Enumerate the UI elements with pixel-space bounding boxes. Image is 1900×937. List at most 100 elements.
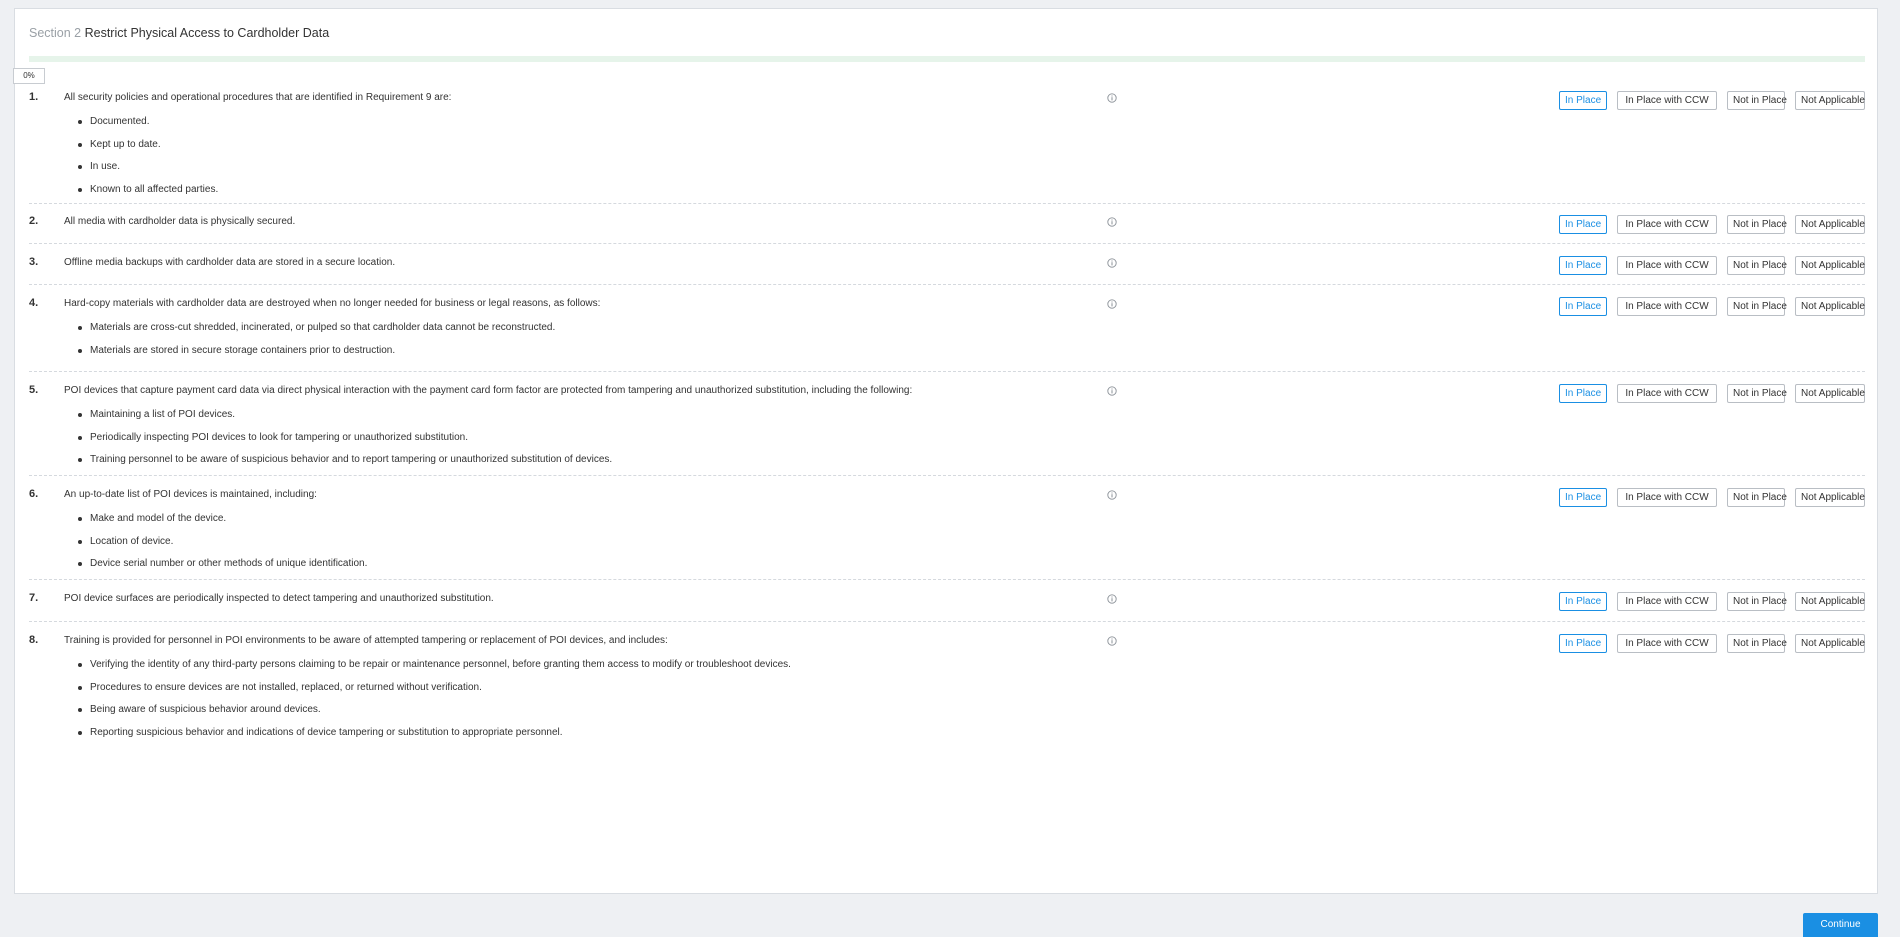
option-in-place-button[interactable]: In Place — [1559, 488, 1607, 507]
requirement-number: 2. — [29, 215, 39, 227]
requirement-bullet: Training personnel to be aware of suspic… — [78, 453, 612, 476]
requirement-text: An up-to-date list of POI devices is mai… — [64, 489, 317, 500]
option-not-in-place-button[interactable]: Not in Place — [1727, 634, 1787, 653]
requirement-text: POI device surfaces are periodically ins… — [64, 593, 494, 604]
section-label: Section 2 — [29, 26, 82, 40]
requirement-row: 5. POI devices that capture payment card … — [29, 384, 1865, 476]
option-not-in-place-button[interactable]: Not in Place — [1727, 215, 1787, 234]
option-in-place-button[interactable]: In Place — [1559, 91, 1607, 110]
requirement-bullet: Maintaining a list of POI devices. — [78, 408, 612, 431]
section-heading: Restrict Physical Access to Cardholder D… — [84, 26, 330, 40]
info-icon[interactable] — [1107, 594, 1117, 604]
option-not-applicable-button[interactable]: Not Applicable — [1795, 592, 1865, 611]
requirement-text: POI devices that capture payment card da… — [64, 385, 913, 396]
option-not-applicable-button[interactable]: Not Applicable — [1795, 384, 1865, 403]
option-in-place-button[interactable]: In Place — [1559, 634, 1607, 653]
status-options: In Place In Place with CCW Not in Place Not… — [1559, 215, 1865, 234]
option-not-applicable-button[interactable]: Not Applicable — [1795, 297, 1865, 316]
requirement-row: 4. Hard-copy materials with cardholder da… — [29, 297, 1865, 372]
option-not-applicable-button[interactable]: Not Applicable — [1795, 215, 1865, 234]
option-in-place-with-ccw-button[interactable]: In Place with CCW — [1617, 91, 1717, 110]
option-in-place-with-ccw-button[interactable]: In Place with CCW — [1617, 297, 1717, 316]
section-title: Section 2 Restrict Physical Access to Ca… — [29, 26, 329, 40]
info-icon[interactable] — [1107, 93, 1117, 103]
option-not-in-place-button[interactable]: Not in Place — [1727, 592, 1787, 611]
requirement-bullet: Periodically inspecting POI devices to l… — [78, 431, 612, 454]
requirement-bullet: Materials are stored in secure storage c… — [78, 344, 555, 367]
info-icon[interactable] — [1107, 636, 1117, 646]
option-in-place-with-ccw-button[interactable]: In Place with CCW — [1617, 488, 1717, 507]
requirement-number: 1. — [29, 91, 39, 103]
requirement-number: 7. — [29, 592, 39, 604]
requirement-number: 6. — [29, 488, 39, 500]
status-options: In Place In Place with CCW Not in Place Not… — [1559, 91, 1865, 110]
status-options: In Place In Place with CCW Not in Place Not… — [1559, 384, 1865, 403]
info-icon[interactable] — [1107, 386, 1117, 396]
requirement-bullet: In use. — [78, 160, 218, 183]
requirement-bullet: Location of device. — [78, 535, 367, 558]
info-icon[interactable] — [1107, 299, 1117, 309]
requirement-bullets: Materials are cross-cut shredded, incine… — [78, 321, 555, 366]
option-not-applicable-button[interactable]: Not Applicable — [1795, 91, 1865, 110]
requirement-text: Offline media backups with cardholder da… — [64, 257, 396, 268]
option-not-in-place-button[interactable]: Not in Place — [1727, 384, 1787, 403]
requirement-bullet: Materials are cross-cut shredded, incine… — [78, 321, 555, 344]
option-in-place-with-ccw-button[interactable]: In Place with CCW — [1617, 215, 1717, 234]
status-options: In Place In Place with CCW Not in Place Not… — [1559, 297, 1865, 316]
requirement-bullet: Kept up to date. — [78, 138, 218, 161]
requirement-bullet: Being aware of suspicious behavior aroun… — [78, 703, 791, 726]
requirement-number: 8. — [29, 634, 39, 646]
requirement-bullet: Procedures to ensure devices are not ins… — [78, 681, 791, 704]
option-in-place-with-ccw-button[interactable]: In Place with CCW — [1617, 634, 1717, 653]
option-in-place-button[interactable]: In Place — [1559, 592, 1607, 611]
requirement-text: Training is provided for personnel in PO… — [64, 635, 668, 646]
option-in-place-button[interactable]: In Place — [1559, 297, 1607, 316]
info-icon[interactable] — [1107, 217, 1117, 227]
requirement-row: 7. POI device surfaces are periodically i… — [29, 592, 1865, 622]
requirement-text: Hard-copy materials with cardholder data… — [64, 298, 601, 309]
requirement-bullets: Make and model of the device. Location of… — [78, 512, 367, 580]
requirement-bullet: Reporting suspicious behavior and indica… — [78, 726, 791, 749]
progress-percent: 0% — [13, 68, 45, 84]
requirement-bullets: Verifying the identity of any third-part… — [78, 658, 791, 748]
requirement-row: 6. An up-to-date list of POI devices is m… — [29, 488, 1865, 580]
requirement-row: 1. All security policies and operational … — [29, 91, 1865, 204]
status-options: In Place In Place with CCW Not in Place Not… — [1559, 634, 1865, 653]
option-not-in-place-button[interactable]: Not in Place — [1727, 91, 1787, 110]
status-options: In Place In Place with CCW Not in Place Not… — [1559, 592, 1865, 611]
requirement-number: 5. — [29, 384, 39, 396]
option-in-place-button[interactable]: In Place — [1559, 384, 1607, 403]
requirement-row: 8. Training is provided for personnel in … — [29, 634, 1865, 738]
option-in-place-button[interactable]: In Place — [1559, 215, 1607, 234]
requirement-bullet: Known to all affected parties. — [78, 183, 218, 206]
option-not-in-place-button[interactable]: Not in Place — [1727, 488, 1787, 507]
requirement-text: All media with cardholder data is physic… — [64, 216, 296, 227]
option-not-in-place-button[interactable]: Not in Place — [1727, 297, 1787, 316]
requirement-bullets: Maintaining a list of POI devices. Period… — [78, 408, 612, 476]
requirement-bullet: Documented. — [78, 115, 218, 138]
option-not-applicable-button[interactable]: Not Applicable — [1795, 634, 1865, 653]
continue-button[interactable]: Continue — [1803, 913, 1878, 937]
requirement-row: 2. All media with cardholder data is phys… — [29, 215, 1865, 244]
option-in-place-with-ccw-button[interactable]: In Place with CCW — [1617, 384, 1717, 403]
requirement-bullet: Device serial number or other methods of… — [78, 557, 367, 580]
option-not-applicable-button[interactable]: Not Applicable — [1795, 256, 1865, 275]
requirement-text: All security policies and operational pr… — [64, 92, 452, 103]
progress-bar — [29, 56, 1865, 62]
requirement-bullet: Verifying the identity of any third-part… — [78, 658, 791, 681]
option-in-place-button[interactable]: In Place — [1559, 256, 1607, 275]
option-in-place-with-ccw-button[interactable]: In Place with CCW — [1617, 256, 1717, 275]
requirement-bullets: Documented. Kept up to date. In use. Known … — [78, 115, 218, 205]
status-options: In Place In Place with CCW Not in Place Not… — [1559, 488, 1865, 507]
info-icon[interactable] — [1107, 490, 1117, 500]
assessment-card: Section 2 Restrict Physical Access to Ca… — [13, 8, 1878, 894]
requirement-bullet: Make and model of the device. — [78, 512, 367, 535]
status-options: In Place In Place with CCW Not in Place Not… — [1559, 256, 1865, 275]
option-not-applicable-button[interactable]: Not Applicable — [1795, 488, 1865, 507]
option-in-place-with-ccw-button[interactable]: In Place with CCW — [1617, 592, 1717, 611]
requirement-number: 3. — [29, 256, 39, 268]
option-not-in-place-button[interactable]: Not in Place — [1727, 256, 1787, 275]
requirement-number: 4. — [29, 297, 39, 309]
requirement-row: 3. Offline media backups with cardholder … — [29, 256, 1865, 285]
info-icon[interactable] — [1107, 258, 1117, 268]
